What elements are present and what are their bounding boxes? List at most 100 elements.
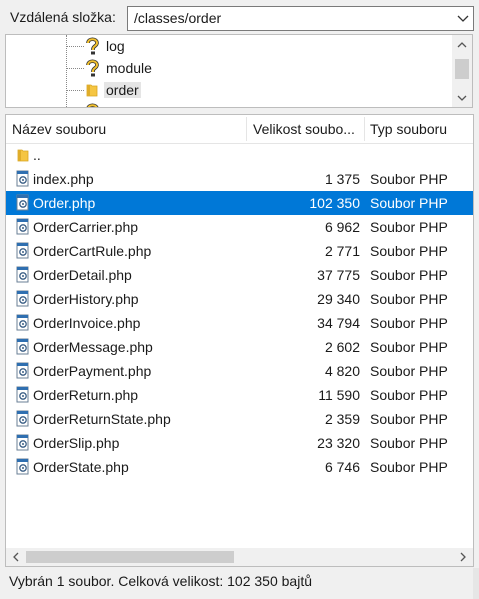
php-file-icon	[16, 362, 29, 379]
tree-item-log[interactable]: log	[6, 35, 451, 57]
file-type: Soubor PHP	[370, 171, 448, 187]
chevron-down-icon[interactable]	[456, 11, 470, 25]
status-text: Vybrán 1 soubor. Celková velikost: 102 3…	[9, 573, 313, 589]
file-type: Soubor PHP	[370, 435, 448, 451]
tree-connector	[66, 46, 84, 47]
file-row[interactable]: OrderCartRule.php 2 771 Soubor PHP	[6, 239, 473, 263]
file-row[interactable]: OrderSlip.php 23 320 Soubor PHP	[6, 431, 473, 455]
file-row[interactable]: OrderState.php 6 746 Soubor PHP	[6, 455, 473, 479]
file-name: OrderDetail.php	[33, 267, 132, 283]
file-row[interactable]: OrderInvoice.php 34 794 Soubor PHP	[6, 311, 473, 335]
scrollbar-thumb[interactable]	[26, 551, 234, 563]
file-row[interactable]: OrderHistory.php 29 340 Soubor PHP	[6, 287, 473, 311]
php-file-icon	[16, 170, 29, 187]
scroll-up-icon[interactable]	[455, 38, 469, 52]
tree-item-label[interactable]: order	[104, 82, 141, 98]
file-name: OrderCartRule.php	[33, 243, 152, 259]
file-row[interactable]: OrderReturn.php 11 590 Soubor PHP	[6, 383, 473, 407]
file-size: 4 820	[324, 363, 360, 379]
file-size: 2 602	[324, 339, 360, 355]
folder-icon	[86, 84, 98, 97]
file-type: Soubor PHP	[370, 291, 448, 307]
remote-directory-tree[interactable]: log module order pdf	[5, 34, 473, 108]
unknown-folder-icon	[86, 37, 99, 55]
column-header-type[interactable]: Typ souboru	[370, 115, 470, 143]
file-list-horizontal-scrollbar[interactable]	[6, 548, 473, 566]
scroll-right-icon[interactable]	[456, 550, 470, 564]
php-file-icon	[16, 410, 29, 427]
file-row[interactable]: OrderCarrier.php 6 962 Soubor PHP	[6, 215, 473, 239]
file-row[interactable]: OrderPayment.php 4 820 Soubor PHP	[6, 359, 473, 383]
file-row[interactable]: index.php 1 375 Soubor PHP	[6, 167, 473, 191]
php-file-icon	[16, 194, 29, 211]
scroll-down-icon[interactable]	[455, 91, 469, 105]
file-row[interactable]: OrderDetail.php 37 775 Soubor PHP	[6, 263, 473, 287]
unknown-folder-icon	[86, 59, 99, 77]
php-file-icon	[16, 314, 29, 331]
file-type: Soubor PHP	[370, 411, 448, 427]
file-size: 29 340	[317, 291, 360, 307]
file-type: Soubor PHP	[370, 363, 448, 379]
column-header-name[interactable]: Název souboru	[12, 115, 244, 143]
tree-item-order[interactable]: order	[6, 79, 451, 101]
php-file-icon	[16, 458, 29, 475]
file-size: 2 771	[324, 243, 360, 259]
tree-item-label[interactable]: pdf	[104, 104, 127, 107]
file-type: Soubor PHP	[370, 387, 448, 403]
php-file-icon	[16, 434, 29, 451]
remote-folder-label: Vzdálená složka:	[10, 9, 116, 25]
scroll-left-icon[interactable]	[9, 550, 23, 564]
file-name: Order.php	[33, 195, 96, 211]
file-name: OrderReturn.php	[33, 387, 139, 403]
file-size: 2 359	[324, 411, 360, 427]
folder-icon	[17, 149, 29, 162]
php-file-icon	[16, 338, 29, 355]
unknown-folder-icon	[86, 103, 99, 107]
file-list-header: Název souboru Velikost soubo... Typ soub…	[6, 115, 473, 144]
file-size: 102 350	[309, 195, 360, 211]
php-file-icon	[16, 242, 29, 259]
tree-item-label[interactable]: module	[104, 60, 154, 76]
file-size: 34 794	[317, 315, 360, 331]
file-row[interactable]: Order.php 102 350 Soubor PHP	[6, 191, 473, 215]
tree-connector	[66, 68, 84, 69]
tree-item-pdf[interactable]: pdf	[6, 101, 451, 107]
file-name: ..	[33, 147, 41, 163]
column-header-size[interactable]: Velikost soubo...	[253, 115, 363, 143]
file-size: 1 375	[324, 171, 360, 187]
php-file-icon	[16, 386, 29, 403]
file-type: Soubor PHP	[370, 315, 448, 331]
file-name: OrderCarrier.php	[33, 219, 139, 235]
file-name: index.php	[33, 171, 94, 187]
file-type: Soubor PHP	[370, 195, 448, 211]
remote-folder-bar: Vzdálená složka: /classes/order	[0, 0, 479, 33]
file-name: OrderInvoice.php	[33, 315, 141, 331]
resize-grip[interactable]	[473, 568, 479, 599]
file-type: Soubor PHP	[370, 243, 448, 259]
status-bar: Vybrán 1 soubor. Celková velikost: 102 3…	[0, 568, 479, 599]
tree-connector	[66, 90, 84, 91]
remote-path-value[interactable]: /classes/order	[134, 10, 221, 26]
file-name: OrderSlip.php	[33, 435, 120, 451]
php-file-icon	[16, 218, 29, 235]
remote-path-combobox[interactable]: /classes/order	[127, 6, 474, 31]
file-name: OrderPayment.php	[33, 363, 152, 379]
file-size: 6 746	[324, 459, 360, 475]
file-type: Soubor PHP	[370, 339, 448, 355]
file-row[interactable]: OrderMessage.php 2 602 Soubor PHP	[6, 335, 473, 359]
file-name: OrderReturnState.php	[33, 411, 171, 427]
file-type: Soubor PHP	[370, 219, 448, 235]
file-name: OrderState.php	[33, 459, 129, 475]
file-type: Soubor PHP	[370, 459, 448, 475]
file-size: 23 320	[317, 435, 360, 451]
remote-file-list[interactable]: Název souboru Velikost soubo... Typ soub…	[5, 114, 474, 567]
column-separator[interactable]	[364, 117, 365, 141]
scrollbar-thumb[interactable]	[455, 59, 469, 79]
tree-vertical-scrollbar[interactable]	[452, 35, 472, 107]
parent-directory-row[interactable]: ..	[6, 143, 473, 167]
tree-item-module[interactable]: module	[6, 57, 451, 79]
tree-item-label[interactable]: log	[104, 38, 127, 54]
column-separator[interactable]	[246, 117, 247, 141]
file-type: Soubor PHP	[370, 267, 448, 283]
file-row[interactable]: OrderReturnState.php 2 359 Soubor PHP	[6, 407, 473, 431]
